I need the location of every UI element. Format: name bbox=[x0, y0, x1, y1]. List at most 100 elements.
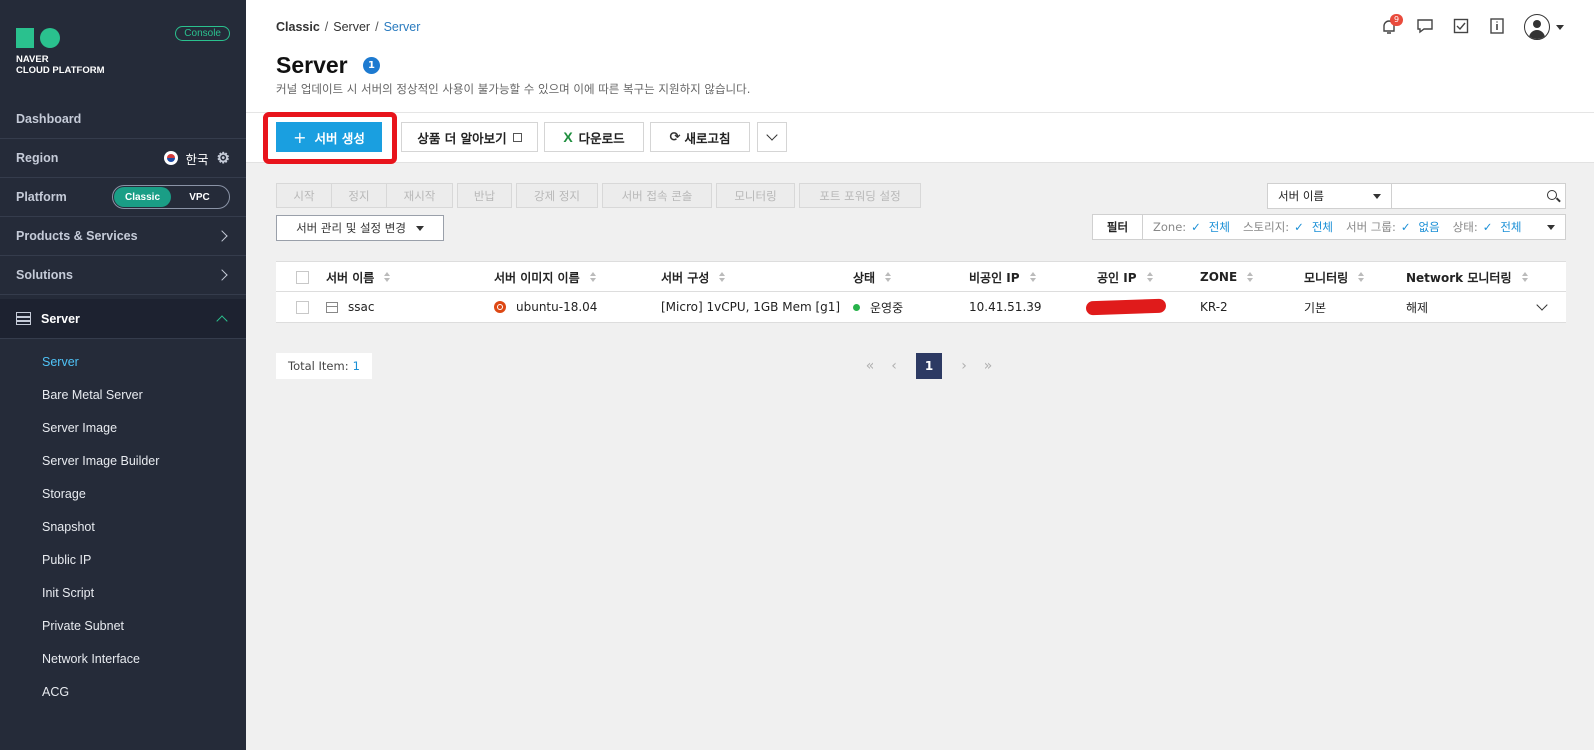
logo[interactable]: NAVER CLOUD PLATFORM Console bbox=[16, 24, 230, 84]
region-value: 한국 bbox=[185, 152, 209, 167]
column-header-zone[interactable]: ZONE bbox=[1200, 262, 1254, 292]
caret-down-icon[interactable] bbox=[1556, 24, 1564, 30]
last-page-icon[interactable]: » bbox=[980, 358, 996, 374]
search-input[interactable] bbox=[1392, 183, 1566, 209]
caret-down-icon[interactable] bbox=[1547, 224, 1555, 230]
more-options-button[interactable] bbox=[757, 122, 787, 152]
breadcrumb-classic[interactable]: Classic bbox=[276, 20, 320, 34]
user-avatar-icon[interactable] bbox=[1524, 14, 1550, 40]
learn-more-button[interactable]: 상품 더 알아보기 bbox=[401, 122, 538, 152]
server-count-badge: 1 bbox=[363, 57, 380, 74]
server-icon bbox=[16, 312, 31, 325]
sort-icon bbox=[1146, 272, 1153, 282]
platform-option-classic[interactable]: Classic bbox=[114, 187, 171, 207]
sidebar-subitem-acg[interactable]: ACG bbox=[42, 685, 69, 699]
sidebar-subitem-server-image[interactable]: Server Image bbox=[42, 421, 117, 435]
server-image: ubuntu-18.04 bbox=[516, 300, 598, 314]
next-page-icon[interactable]: › bbox=[956, 358, 972, 374]
sidebar-subitem-snapshot[interactable]: Snapshot bbox=[42, 520, 95, 534]
sort-icon bbox=[384, 272, 391, 282]
platform-option-vpc[interactable]: VPC bbox=[171, 187, 228, 207]
sidebar-item-server[interactable]: Server bbox=[0, 299, 246, 339]
chat-icon[interactable] bbox=[1416, 17, 1434, 38]
console-badge[interactable]: Console bbox=[175, 26, 230, 41]
server-name: ssac bbox=[348, 300, 375, 314]
public-ip-redaction bbox=[1085, 298, 1167, 316]
kernel-update-notice: 커널 업데이트 시 서버의 정상적인 사용이 불가능할 수 있으며 이에 따른 … bbox=[276, 82, 751, 96]
sort-icon bbox=[1247, 272, 1254, 282]
sidebar-item-platform: Platform Classic VPC bbox=[0, 178, 246, 217]
action-port-forwarding-button[interactable]: 포트 포워딩 설정 bbox=[799, 183, 921, 208]
breadcrumb-current: Server bbox=[383, 20, 421, 34]
sidebar-subitem-bare-metal-server[interactable]: Bare Metal Server bbox=[42, 388, 143, 402]
sidebar-subitem-server[interactable]: Server bbox=[42, 355, 79, 369]
private-ip: 10.41.51.39 bbox=[969, 300, 1042, 314]
sidebar-subitem-network-interface[interactable]: Network Interface bbox=[42, 652, 140, 666]
sidebar-subitem-storage[interactable]: Storage bbox=[42, 487, 86, 501]
info-icon[interactable] bbox=[1488, 17, 1506, 38]
column-header-image[interactable]: 서버 이미지 이름 bbox=[494, 262, 596, 292]
filter-label[interactable]: 필터 bbox=[1093, 215, 1143, 239]
sidebar-item-solutions[interactable]: Solutions bbox=[0, 256, 246, 295]
notification-bell-icon[interactable]: 9 bbox=[1380, 14, 1404, 36]
server-manage-dropdown[interactable]: 서버 관리 및 설정 변경 bbox=[276, 215, 444, 241]
pagination: « ‹ 1 › » bbox=[862, 353, 996, 379]
download-button[interactable]: X 다운로드 bbox=[544, 122, 644, 152]
action-stop-button[interactable]: 정지 bbox=[332, 183, 387, 208]
sidebar-subitem-server-image-builder[interactable]: Server Image Builder bbox=[42, 454, 159, 468]
current-page[interactable]: 1 bbox=[916, 353, 942, 379]
search-icon[interactable] bbox=[1547, 190, 1557, 200]
column-header-name[interactable]: 서버 이름 bbox=[326, 262, 391, 292]
sidebar-item-dashboard[interactable]: Dashboard bbox=[0, 100, 246, 139]
server-spec: [Micro] 1vCPU, 1GB Mem [g1] bbox=[661, 300, 841, 314]
check-icon: ✓ bbox=[1294, 220, 1304, 234]
action-console-button[interactable]: 서버 접속 콘솔 bbox=[602, 183, 712, 208]
column-header-private-ip[interactable]: 비공인 IP bbox=[969, 262, 1036, 292]
table-row[interactable]: ssac ubuntu-18.04 [Micro] 1vCPU, 1GB Mem… bbox=[276, 292, 1566, 322]
action-monitoring-button[interactable]: 모니터링 bbox=[716, 183, 795, 208]
table-header: 서버 이름 서버 이미지 이름 서버 구성 상태 비공인 IP 공인 IP ZO… bbox=[276, 262, 1566, 292]
action-return-button[interactable]: 반납 bbox=[457, 183, 512, 208]
action-force-stop-button[interactable]: 강제 정지 bbox=[516, 183, 598, 208]
filter-status-value[interactable]: 전체 bbox=[1500, 219, 1521, 235]
create-button-highlight bbox=[263, 112, 397, 164]
sort-icon bbox=[1029, 272, 1036, 282]
action-restart-button[interactable]: 재시작 bbox=[387, 183, 453, 208]
platform-toggle[interactable]: Classic VPC bbox=[112, 185, 230, 209]
row-checkbox[interactable] bbox=[296, 300, 309, 314]
filter-group-name: 서버 그룹: bbox=[1345, 220, 1396, 234]
column-header-monitoring[interactable]: 모니터링 bbox=[1304, 262, 1365, 292]
column-header-public-ip[interactable]: 공인 IP bbox=[1097, 262, 1153, 292]
row-expand-chevron-icon[interactable] bbox=[1536, 299, 1548, 311]
monitoring: 기본 bbox=[1304, 300, 1327, 315]
sidebar-subitem-init-script[interactable]: Init Script bbox=[42, 586, 94, 600]
first-page-icon[interactable]: « bbox=[862, 358, 878, 374]
column-header-network-monitoring[interactable]: Network 모니터링 bbox=[1406, 262, 1528, 292]
select-all-checkbox[interactable] bbox=[296, 270, 309, 284]
filter-items: Zone: ✓ 전체 스토리지: ✓ 전체 서버 그룹: ✓ 없음 상태: ✓ 전체 bbox=[1143, 219, 1522, 235]
server-icon bbox=[326, 301, 338, 313]
filter-storage-value[interactable]: 전체 bbox=[1312, 219, 1333, 235]
prev-page-icon[interactable]: ‹ bbox=[886, 358, 902, 374]
naver-cloud-logo-icon bbox=[16, 28, 60, 48]
sort-icon bbox=[719, 272, 726, 282]
breadcrumb-server[interactable]: Server bbox=[333, 20, 370, 34]
check-icon: ✓ bbox=[1400, 220, 1411, 234]
column-header-spec[interactable]: 서버 구성 bbox=[661, 262, 726, 292]
server-action-bar: 시작 정지 재시작 반납 강제 정지 서버 접속 콘솔 모니터링 포트 포워딩 … bbox=[276, 183, 921, 208]
sidebar-subitem-private-subnet[interactable]: Private Subnet bbox=[42, 619, 124, 633]
sidebar-item-products[interactable]: Products & Services bbox=[0, 217, 246, 256]
sidebar-item-region[interactable]: Region 한국 ⚙ bbox=[0, 139, 246, 178]
action-start-button[interactable]: 시작 bbox=[276, 183, 332, 208]
search-field-select[interactable]: 서버 이름 bbox=[1267, 183, 1392, 209]
check-icon: ✓ bbox=[1482, 220, 1493, 234]
sidebar-subitem-public-ip[interactable]: Public IP bbox=[42, 553, 91, 567]
survey-icon[interactable] bbox=[1452, 17, 1470, 38]
filter-group-value[interactable]: 없음 bbox=[1418, 219, 1439, 235]
gear-icon[interactable]: ⚙ bbox=[217, 149, 230, 167]
external-link-icon bbox=[512, 132, 522, 142]
refresh-button[interactable]: ⟳ 새로고침 bbox=[650, 122, 750, 152]
filter-bar[interactable]: 필터 Zone: ✓ 전체 스토리지: ✓ 전체 서버 그룹: ✓ 없음 상태: ✓ 전… bbox=[1092, 214, 1566, 240]
filter-zone-value[interactable]: 전체 bbox=[1209, 219, 1230, 235]
column-header-status[interactable]: 상태 bbox=[853, 262, 892, 292]
